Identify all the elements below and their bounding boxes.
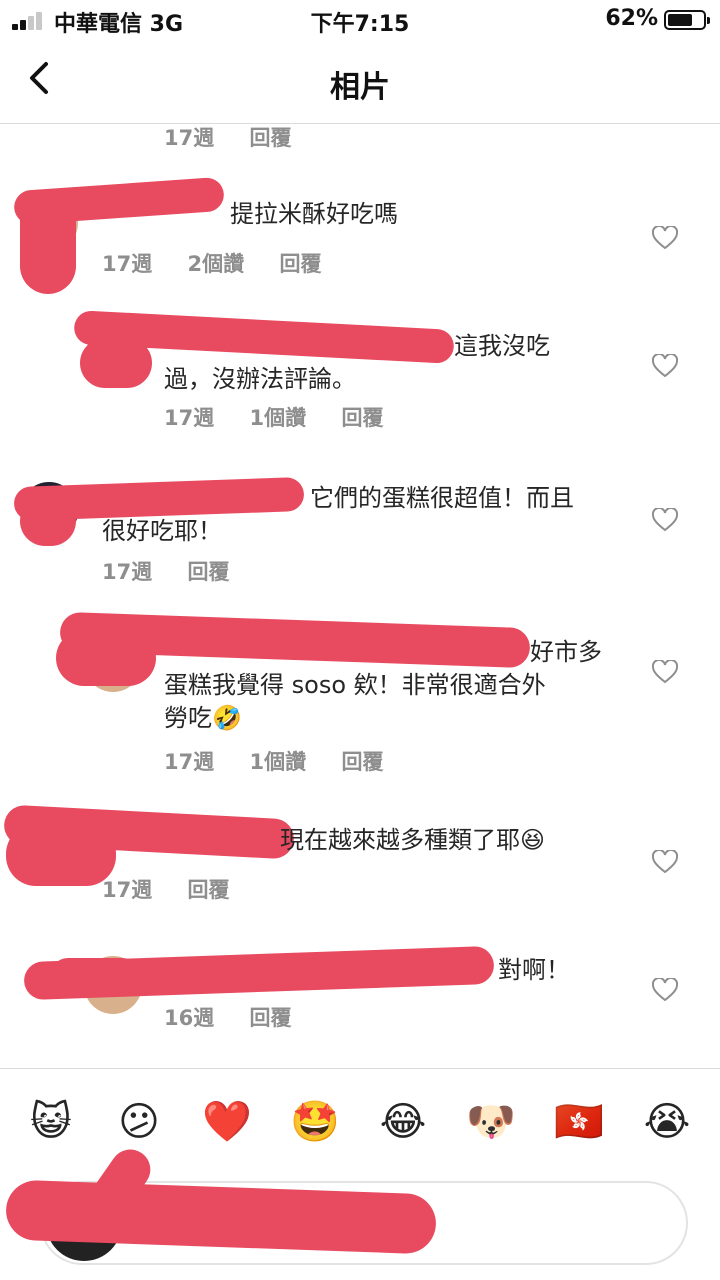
comment-composer: 😺 😕 ❤️ 🤩 😂 🐶 🇭🇰 😭	[0, 1068, 720, 1280]
like-button[interactable]	[651, 658, 679, 684]
comment-text: 對啊！	[498, 956, 570, 984]
reply-button[interactable]: 回覆	[279, 252, 321, 276]
redaction-mark	[20, 190, 76, 294]
nav-bar: 相片	[0, 40, 720, 124]
heart-icon	[651, 658, 679, 684]
emoji-button[interactable]: 😭	[638, 1093, 696, 1151]
like-button[interactable]	[651, 224, 679, 250]
comment-time: 16週	[164, 1006, 215, 1030]
like-button[interactable]	[651, 352, 679, 378]
comment-list[interactable]: 17週 回覆 提拉米酥好吃嗎 17週 2個讚 回覆 這我沒吃 過，沒辦法評論。 …	[0, 124, 720, 1068]
comment-text: 好市多 蛋糕我覺得 soso 欸！非常很適合外 勞吃🤣	[164, 638, 602, 732]
comment-time: 17週	[102, 252, 153, 276]
redaction-mark	[50, 958, 140, 994]
comment-text: 這我沒吃 過，沒辦法評論。	[164, 332, 550, 393]
comment-time: 17週	[164, 750, 215, 774]
comment-time: 17週	[164, 406, 215, 430]
redaction-mark	[20, 496, 76, 546]
redaction-mark	[56, 630, 156, 686]
comment-time: 17週	[102, 878, 153, 902]
comment-text: 現在越來越多種類了耶😆	[280, 826, 546, 854]
like-button[interactable]	[651, 848, 679, 874]
emoji-button[interactable]: 🤩	[286, 1093, 344, 1151]
comment-meta: 17週 2個讚 回覆	[102, 248, 349, 278]
comment-meta: 17週 1個讚 回覆	[164, 746, 411, 776]
emoji-button[interactable]: 🇭🇰	[550, 1093, 608, 1151]
battery-percent: 62%	[605, 6, 658, 31]
heart-icon	[651, 352, 679, 378]
comment-time: 17週	[102, 560, 153, 584]
emoji-button[interactable]: 🐶	[462, 1093, 520, 1151]
reply-button[interactable]: 回覆	[250, 126, 292, 150]
emoji-button[interactable]: 😕	[110, 1093, 168, 1151]
heart-icon	[651, 506, 679, 532]
emoji-quick-bar: 😺 😕 ❤️ 🤩 😂 🐶 🇭🇰 😭	[0, 1093, 720, 1153]
redaction-mark	[6, 824, 116, 886]
like-count[interactable]: 1個讚	[250, 406, 307, 430]
heart-icon	[651, 224, 679, 250]
comment-meta: 16週 回覆	[164, 1002, 320, 1032]
emoji-button[interactable]: ❤️	[198, 1093, 256, 1151]
comment-text: 提拉米酥好吃嗎	[230, 200, 398, 228]
comment-meta: 17週 回覆	[102, 874, 258, 904]
comment-meta: 17週 回覆	[102, 556, 258, 586]
like-button[interactable]	[651, 506, 679, 532]
comment-time: 17週	[164, 126, 215, 150]
reply-button[interactable]: 回覆	[250, 1006, 292, 1030]
status-bar: 中華電信 3G 下午7:15 62%	[0, 0, 720, 40]
emoji-button[interactable]: 😺	[22, 1093, 80, 1151]
like-count[interactable]: 2個讚	[188, 252, 245, 276]
reply-button[interactable]: 回覆	[341, 406, 383, 430]
comment-meta: 17週 回覆	[164, 124, 320, 152]
like-button[interactable]	[651, 976, 679, 1002]
reply-button[interactable]: 回覆	[188, 560, 230, 584]
heart-icon	[651, 848, 679, 874]
reply-button[interactable]: 回覆	[341, 750, 383, 774]
comment-meta: 17週 1個讚 回覆	[164, 402, 411, 432]
like-count[interactable]: 1個讚	[250, 750, 307, 774]
battery-icon	[664, 10, 710, 30]
reply-button[interactable]: 回覆	[188, 878, 230, 902]
page-title: 相片	[330, 70, 390, 105]
comment-text: 它們的蛋糕很超值！而且 很好吃耶！	[102, 484, 574, 545]
redaction-mark	[80, 338, 152, 388]
heart-icon	[651, 976, 679, 1002]
emoji-button[interactable]: 😂	[374, 1093, 432, 1151]
